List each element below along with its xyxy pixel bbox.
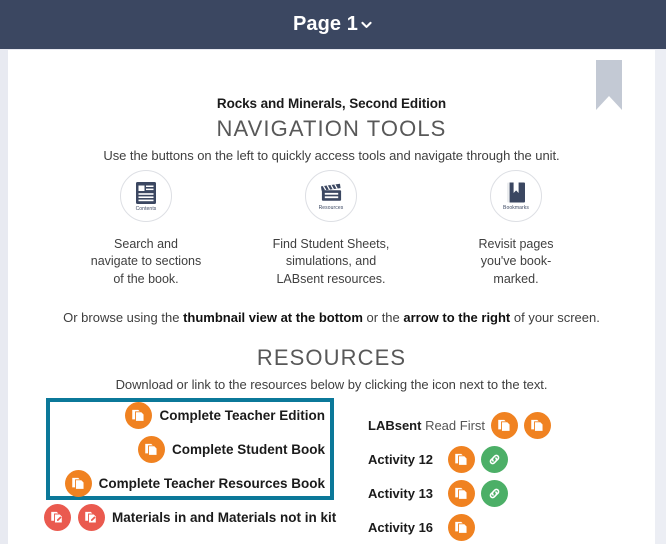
- navigation-tools-lead: Use the buttons on the left to quickly a…: [103, 148, 560, 163]
- vertical-scrollbar[interactable]: [655, 50, 666, 544]
- tool-bookmarks: Bookmarks Revisit pages you've book- mar…: [436, 170, 596, 288]
- list-item[interactable]: Complete Student Book: [38, 432, 343, 466]
- copy-pages-icon[interactable]: [448, 479, 475, 507]
- resources-description-line: Find Student Sheets,: [272, 237, 390, 251]
- browse-middle: or the: [362, 310, 404, 325]
- bookmarks-description-line: you've book-: [480, 254, 552, 269]
- contents-description-line: of the book.: [113, 271, 179, 286]
- bookmarks-button[interactable]: Bookmarks: [490, 170, 542, 222]
- resources-button[interactable]: Resources: [305, 170, 357, 222]
- copy-pages-icon[interactable]: [64, 469, 92, 497]
- link-icon[interactable]: [481, 479, 508, 507]
- browse-hint: Or browse using the thumbnail view at th…: [8, 310, 655, 325]
- scrollbar-thumb[interactable]: [656, 50, 665, 350]
- top-bar: Page 1: [0, 0, 666, 49]
- tool-contents: Contents Search and navigate to sections…: [66, 170, 226, 288]
- bookmarks-description: Revisit pages you've book- marked.: [478, 236, 553, 288]
- list-item-label-light: Read First: [421, 417, 486, 433]
- edit-pages-icon[interactable]: [78, 503, 105, 531]
- copy-pages-icon[interactable]: [524, 411, 552, 439]
- list-item-label-bold: Activity 12: [368, 451, 434, 467]
- contents-icon-label: Contents: [135, 205, 157, 212]
- resources-lead: Download or link to the resources below …: [115, 377, 548, 392]
- resources-heading: RESOURCES: [256, 345, 407, 370]
- copy-pages-icon[interactable]: [137, 435, 165, 463]
- contents-description-line: Search and: [114, 237, 178, 251]
- list-item-label: Complete Teacher Edition: [159, 407, 325, 423]
- copy-pages-icon[interactable]: [125, 401, 153, 429]
- book-title: Rocks and Minerals, Second Edition: [216, 96, 447, 111]
- resources-left-column: Complete Teacher Edition Complete Studen…: [38, 398, 343, 534]
- navigation-tools-heading: NAVIGATION TOOLS: [216, 116, 447, 141]
- copy-pages-icon[interactable]: [491, 411, 519, 439]
- page-label: Page 1: [292, 13, 359, 35]
- list-item-label-bold: Activity 13: [368, 485, 434, 501]
- list-item[interactable]: Complete Teacher Resources Book: [38, 466, 343, 500]
- browse-suffix: of your screen.: [510, 310, 600, 325]
- contents-document-icon: [135, 181, 157, 205]
- resources-description-line: LABsent resources.: [276, 271, 386, 286]
- bookmarks-icon-label: Bookmarks: [503, 205, 529, 211]
- list-item-label: Materials in and Materials not in kit: [112, 509, 337, 525]
- chevron-down-icon[interactable]: [360, 18, 373, 31]
- browse-bold-thumbnail: thumbnail view at the bottom: [183, 310, 363, 325]
- tool-resources: Resources Find Student Sheets, simulatio…: [251, 170, 411, 288]
- list-item[interactable]: LABsent Read First: [368, 408, 638, 442]
- list-item-label: Complete Teacher Resources Book: [98, 475, 325, 491]
- contents-description: Search and navigate to sections of the b…: [91, 236, 202, 288]
- page-selector-dropdown[interactable]: Page 1: [293, 13, 373, 36]
- list-item[interactable]: Activity 12: [368, 442, 638, 476]
- list-item-label: Activity 13: [368, 486, 442, 501]
- resources-clapperboard-icon: [320, 181, 343, 204]
- resources-right-column: LABsent Read First Activity 12 Activity …: [368, 408, 638, 544]
- list-item-label: Complete Student Book: [171, 441, 325, 457]
- resources-description-line: simulations, and: [285, 254, 377, 269]
- bookmarks-description-line: marked.: [493, 271, 539, 286]
- list-item-label: Activity 12: [368, 452, 442, 467]
- contents-button[interactable]: Contents: [120, 170, 172, 222]
- list-item[interactable]: Activity 16: [368, 510, 638, 544]
- edit-pages-icon[interactable]: [44, 503, 71, 531]
- navigation-tools-row: Contents Search and navigate to sections…: [66, 170, 596, 288]
- browse-bold-arrow: arrow to the right: [403, 310, 511, 325]
- list-item[interactable]: Activity 13: [368, 476, 638, 510]
- list-item-label: Activity 16: [368, 520, 442, 535]
- browse-prefix: Or browse using the: [63, 310, 184, 325]
- page-canvas: Rocks and Minerals, Second Edition NAVIG…: [8, 50, 655, 544]
- contents-description-line: navigate to sections: [90, 254, 202, 269]
- resources-description: Find Student Sheets, simulations, and LA…: [273, 236, 390, 288]
- list-item[interactable]: Complete Teacher Edition: [38, 398, 343, 432]
- list-item-label: LABsent Read First: [368, 418, 485, 433]
- link-icon[interactable]: [481, 445, 508, 473]
- bookmarks-description-line: Revisit pages: [478, 237, 554, 251]
- list-item[interactable]: Materials in and Materials not in kit: [38, 500, 343, 534]
- copy-pages-icon[interactable]: [448, 445, 475, 473]
- copy-pages-icon[interactable]: [448, 513, 475, 541]
- list-item-label-bold: LABsent: [368, 417, 422, 433]
- bookmarks-book-icon: [505, 181, 527, 204]
- ebook-reader-app: Page 1 Rocks and Minerals, Second Editio…: [0, 0, 666, 544]
- resources-lists: Complete Teacher Edition Complete Studen…: [8, 398, 655, 544]
- resources-icon-label: Resources: [318, 205, 344, 211]
- list-item-label-bold: Activity 16: [368, 519, 434, 535]
